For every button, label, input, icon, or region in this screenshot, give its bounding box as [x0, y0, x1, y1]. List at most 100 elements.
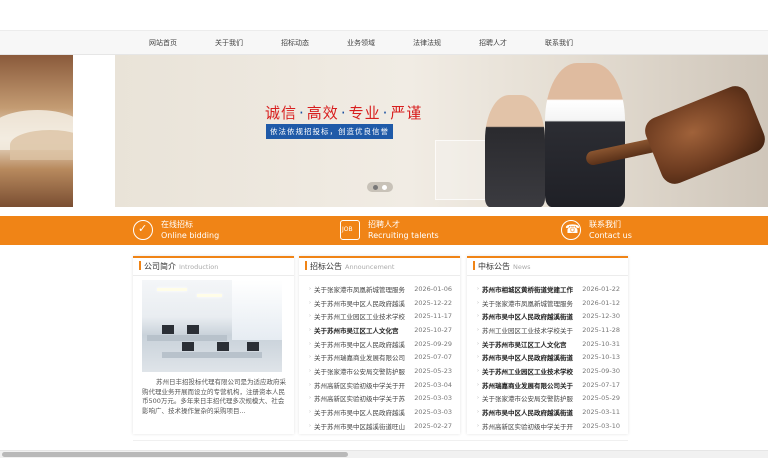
list-item-title[interactable]: 关于张家港市凤凰新城管理服务: [482, 298, 580, 308]
list-item-title[interactable]: 苏州市吴中区人民政府越溪街道: [482, 352, 580, 362]
panel-title[interactable]: 公司简介: [144, 262, 176, 271]
nav-item-laws[interactable]: 法律法规: [394, 31, 460, 56]
list-item-title[interactable]: 苏州市吴中区人民政府越溪街道: [482, 407, 580, 417]
list-item-title[interactable]: 关于苏州工业园区工业技术学校: [482, 366, 580, 376]
list-item[interactable]: › 关于苏州市吴中区越溪街道旺山 2025-02-27: [309, 419, 457, 433]
list-item-date: 2025-12-30: [582, 312, 620, 321]
list-item[interactable]: › 关于苏州瑞嘉商业发展有限公司 2025-07-07: [309, 350, 457, 364]
list-item-date: 2025-02-27: [414, 421, 452, 430]
list-item-title[interactable]: 关于张家港市凤凰新城管理服务: [314, 284, 412, 294]
list-item[interactable]: › 关于苏州工业园区工业技术学校 2025-11-17: [309, 309, 457, 323]
quicklink-title: 在线招标: [161, 220, 193, 229]
list-item-date: 2025-05-29: [582, 394, 620, 403]
list-item-date: 2025-10-27: [414, 325, 452, 334]
carousel-dot-1[interactable]: [373, 184, 378, 190]
divider: [133, 440, 628, 441]
nav-item-careers[interactable]: 招聘人才: [460, 31, 526, 56]
nav-item-bidding-news[interactable]: 招标动态: [262, 31, 328, 56]
list-item-title[interactable]: 关于张家港市公安局交警防护服: [482, 393, 580, 403]
award-list: › 苏州市相城区黄桥街道党建工作 2026-01-22 › 关于张家港市凤凰新城管理服务…: [477, 282, 625, 433]
list-item-title[interactable]: 关于苏州市吴江区工人文化宫: [482, 339, 580, 349]
list-item[interactable]: › 关于苏州市吴江区工人文化宫 2025-10-31: [477, 337, 625, 351]
list-item[interactable]: › 苏州瑞嘉商业发展有限公司关于 2025-07-17: [477, 378, 625, 392]
list-item-title[interactable]: 苏州高新区实验初级中学关于开: [482, 421, 580, 431]
quicklink-bar: 在线招标 Online bidding 招聘人才 Recruiting tale…: [0, 216, 768, 245]
about-text: 苏州日丰招投标代理有限公司是为适应政府采购代理业务开展而设立的专营机构，注册资本…: [142, 378, 286, 415]
nav-item-business[interactable]: 业务领域: [328, 31, 394, 56]
list-item[interactable]: › 苏州市相城区黄桥街道党建工作 2026-01-22: [477, 282, 625, 296]
list-item-title[interactable]: 关于苏州市吴中区人民政府越溪: [314, 298, 412, 308]
quicklink-subtitle: Online bidding: [161, 231, 220, 240]
banner-slide[interactable]: 诚信 · 高效 · 专业 · 严谨 依法依规招投标，创造优良信誉: [115, 55, 768, 207]
list-item[interactable]: › 关于苏州市吴中区人民政府越溪 2025-03-03: [309, 405, 457, 419]
horizontal-scrollbar[interactable]: [0, 450, 768, 458]
panel-title[interactable]: 中标公告: [478, 262, 510, 271]
list-item[interactable]: › 关于苏州工业园区工业技术学校 2025-09-30: [477, 364, 625, 378]
list-item-title[interactable]: 关于张家港市公安局交警防护服: [314, 366, 412, 376]
quicklink-contact[interactable]: 联系我们 Contact us: [561, 219, 632, 241]
nav-item-about[interactable]: 关于我们: [196, 31, 262, 56]
nav-item-contact[interactable]: 联系我们: [526, 31, 592, 56]
list-item-date: 2025-05-23: [414, 366, 452, 375]
list-item[interactable]: › 苏州高新区实验初级中学关于开 2025-03-10: [477, 419, 625, 433]
list-item-title[interactable]: 苏州市吴中区人民政府越溪街道: [482, 311, 580, 321]
list-item[interactable]: › 关于苏州市吴中区人民政府越溪 2025-12-22: [309, 296, 457, 310]
quicklink-recruiting[interactable]: 招聘人才 Recruiting talents: [340, 219, 439, 241]
list-item-title[interactable]: 苏州工业园区工业技术学校关于: [482, 325, 580, 335]
list-item-date: 2025-09-29: [414, 339, 452, 348]
panel-title[interactable]: 招标公告: [310, 262, 342, 271]
carousel-dot-2[interactable]: [382, 184, 387, 190]
list-item-date: 2025-07-17: [582, 380, 620, 389]
main-nav: 网站首页 关于我们 招标动态 业务领域 法律法规 招聘人才 联系我们: [0, 30, 768, 55]
list-item[interactable]: › 关于苏州市吴江区工人文化宫 2025-10-27: [309, 323, 457, 337]
checkmark-circle-icon: [133, 220, 153, 240]
list-item-date: 2025-11-17: [414, 312, 452, 321]
list-item[interactable]: › 苏州工业园区工业技术学校关于 2025-11-28: [477, 323, 625, 337]
list-item[interactable]: › 关于张家港市凤凰新城管理服务 2026-01-12: [477, 296, 625, 310]
announcement-panel: 招标公告 Announcement › 关于张家港市凤凰新城管理服务 2026-01-…: [299, 256, 460, 434]
businessman-image: [545, 63, 625, 207]
list-item-date: 2026-01-06: [414, 284, 452, 293]
list-item[interactable]: › 苏州市吴中区人民政府越溪街道 2025-03-11: [477, 405, 625, 419]
quicklink-title: 招聘人才: [368, 220, 400, 229]
list-item-date: 2025-11-28: [582, 325, 620, 334]
office-photo[interactable]: [142, 280, 282, 372]
list-item-title[interactable]: 关于苏州市吴江区工人文化宫: [314, 325, 412, 335]
list-item[interactable]: › 苏州高新区实验初级中学关于苏 2025-03-03: [309, 392, 457, 406]
carousel-dots: [367, 182, 393, 192]
list-item-title[interactable]: 关于苏州市吴中区人民政府越溪: [314, 339, 412, 349]
quicklink-subtitle: Contact us: [589, 231, 632, 240]
quicklink-title: 联系我们: [589, 220, 621, 229]
list-item-title[interactable]: 苏州高新区实验初级中学关于开: [314, 380, 412, 390]
list-item[interactable]: › 关于苏州市吴中区人民政府越溪 2025-09-29: [309, 337, 457, 351]
list-item-title[interactable]: 苏州瑞嘉商业发展有限公司关于: [482, 380, 580, 390]
list-item-title[interactable]: 苏州高新区实验初级中学关于苏: [314, 393, 412, 403]
banner-carousel: 诚信 · 高效 · 专业 · 严谨 依法依规招投标，创造优良信誉: [0, 55, 768, 207]
list-item-date: 2025-03-03: [414, 408, 452, 417]
nav-item-home[interactable]: 网站首页: [130, 31, 196, 56]
banner-slogan: 诚信 · 高效 · 专业 · 严谨: [265, 104, 423, 122]
list-item[interactable]: › 关于张家港市公安局交警防护服 2025-05-23: [309, 364, 457, 378]
about-panel: 公司简介 Introduction 苏州日丰招投标代理有限公司是为适应政府采购代理…: [133, 256, 294, 434]
list-item-date: 2025-03-11: [582, 408, 620, 417]
gavel-image: [640, 81, 768, 189]
list-item-title[interactable]: 关于苏州工业园区工业技术学校: [314, 311, 412, 321]
list-item[interactable]: › 苏州市吴中区人民政府越溪街道 2025-10-13: [477, 350, 625, 364]
quicklink-online-bidding[interactable]: 在线招标 Online bidding: [133, 219, 219, 241]
award-panel: 中标公告 News › 苏州市相城区黄桥街道党建工作 2026-01-22 › 关于张家港…: [467, 256, 628, 434]
list-item-title[interactable]: 关于苏州瑞嘉商业发展有限公司: [314, 352, 412, 362]
list-item[interactable]: › 关于张家港市公安局交警防护服 2025-05-29: [477, 392, 625, 406]
list-item-date: 2025-10-13: [582, 353, 620, 362]
list-item-date: 2025-03-03: [414, 394, 452, 403]
content-panels: 公司简介 Introduction 苏州日丰招投标代理有限公司是为适应政府采购代理…: [133, 256, 628, 434]
scrollbar-thumb[interactable]: [2, 452, 348, 457]
list-item-date: 2025-10-31: [582, 339, 620, 348]
list-item-title[interactable]: 关于苏州市吴中区人民政府越溪: [314, 407, 412, 417]
list-item-title[interactable]: 苏州市相城区黄桥街道党建工作: [482, 284, 580, 294]
banner-side-image: [0, 55, 73, 207]
list-item[interactable]: › 苏州高新区实验初级中学关于开 2025-03-04: [309, 378, 457, 392]
list-item[interactable]: › 关于张家港市凤凰新城管理服务 2026-01-06: [309, 282, 457, 296]
list-item[interactable]: › 苏州市吴中区人民政府越溪街道 2025-12-30: [477, 309, 625, 323]
list-item-title[interactable]: 关于苏州市吴中区越溪街道旺山: [314, 421, 412, 431]
panel-title-en: Introduction: [179, 263, 219, 271]
